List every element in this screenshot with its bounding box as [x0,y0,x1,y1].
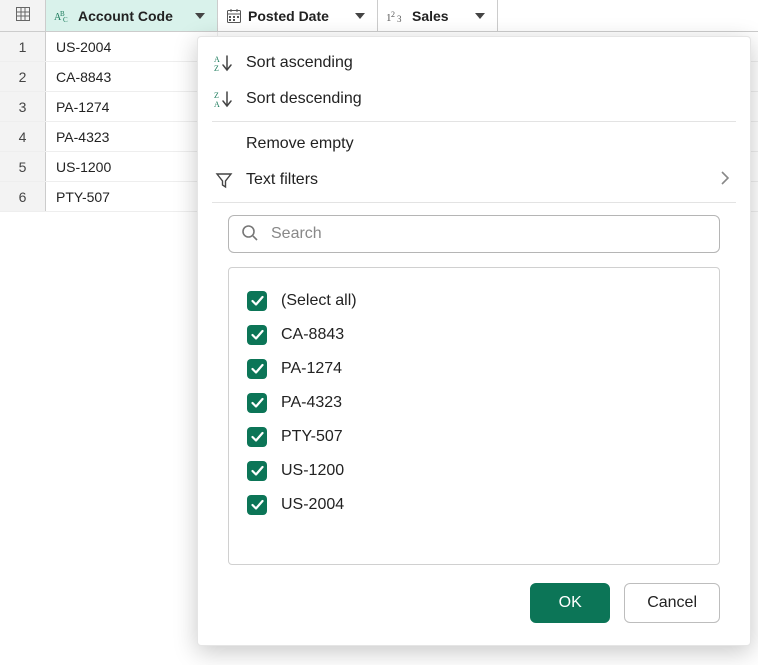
filter-value-label: PA-4323 [281,394,342,412]
filter-value-label: PTY-507 [281,428,343,446]
table-icon [15,6,31,25]
checkbox-checked-icon[interactable] [247,359,267,379]
svg-text:A: A [214,55,220,64]
select-all-corner[interactable] [0,0,46,31]
checkbox-checked-icon[interactable] [247,393,267,413]
row-number[interactable]: 2 [0,62,46,91]
svg-text:Z: Z [214,91,219,100]
filter-value-item[interactable]: PA-4323 [245,386,703,420]
svg-text:C: C [63,16,68,24]
search-input[interactable] [269,224,707,244]
date-type-icon [226,8,242,24]
text-type-icon: ABC [54,8,72,24]
row-number[interactable]: 3 [0,92,46,121]
sort-descending-item[interactable]: ZA Sort descending [198,81,750,117]
filter-value-item[interactable]: US-1200 [245,454,703,488]
checkbox-checked-icon[interactable] [247,291,267,311]
filter-value-label: US-1200 [281,462,344,480]
dialog-buttons: OK Cancel [198,565,750,645]
filter-value-item[interactable]: PA-1274 [245,352,703,386]
svg-text:Z: Z [214,64,219,72]
sort-descending-icon: ZA [212,90,236,108]
search-icon [241,224,259,245]
column-label: Posted Date [248,8,345,24]
row-number[interactable]: 5 [0,152,46,181]
column-header-posted-date[interactable]: Posted Date [218,0,378,31]
filter-value-item[interactable]: (Select all) [245,284,703,318]
svg-text:2: 2 [391,10,395,19]
column-filter-popup: AZ Sort ascending ZA Sort descending Rem… [197,36,751,646]
filter-value-label: CA-8843 [281,326,344,344]
sort-ascending-item[interactable]: AZ Sort ascending [198,45,750,81]
column-header-account-code[interactable]: ABC Account Code [46,0,218,31]
filter-values-list: (Select all) CA-8843 PA-1274 PA-4323 PTY-507… [228,267,720,565]
svg-text:A: A [214,100,220,108]
cell-account-code[interactable]: PTY-507 [46,182,218,211]
column-label: Sales [412,8,465,24]
cell-account-code[interactable]: CA-8843 [46,62,218,91]
column-header-sales[interactable]: 123 Sales [378,0,498,31]
cancel-button[interactable]: Cancel [624,583,720,623]
filter-search-box[interactable] [228,215,720,253]
remove-empty-item[interactable]: Remove empty [198,126,750,162]
cell-account-code[interactable]: US-1200 [46,152,218,181]
filter-value-item[interactable]: US-2004 [245,488,703,522]
cell-account-code[interactable]: US-2004 [46,32,218,61]
sort-ascending-icon: AZ [212,54,236,72]
cell-account-code[interactable]: PA-4323 [46,122,218,151]
row-number[interactable]: 6 [0,182,46,211]
column-filter-button[interactable] [349,5,371,27]
text-filters-item[interactable]: Text filters [198,162,750,198]
chevron-right-icon [721,171,730,190]
menu-separator [212,202,736,203]
filter-value-item[interactable]: CA-8843 [245,318,703,352]
ok-button[interactable]: OK [530,583,610,623]
column-label: Account Code [78,8,185,24]
checkbox-checked-icon[interactable] [247,461,267,481]
filter-value-label: US-2004 [281,496,344,514]
number-type-icon: 123 [386,9,406,23]
svg-text:3: 3 [397,14,402,23]
checkbox-checked-icon[interactable] [247,427,267,447]
menu-label: Text filters [246,171,721,189]
cell-account-code[interactable]: PA-1274 [46,92,218,121]
filter-value-label: PA-1274 [281,360,342,378]
checkbox-checked-icon[interactable] [247,495,267,515]
filter-value-label: (Select all) [281,292,357,310]
filter-icon [212,171,236,189]
menu-label: Remove empty [246,135,730,153]
menu-label: Sort ascending [246,54,730,72]
row-number[interactable]: 1 [0,32,46,61]
row-number[interactable]: 4 [0,122,46,151]
filter-value-item[interactable]: PTY-507 [245,420,703,454]
grid-header: ABC Account Code Posted Date 123 Sales [0,0,758,32]
column-filter-button[interactable] [469,5,491,27]
menu-separator [212,121,736,122]
checkbox-checked-icon[interactable] [247,325,267,345]
column-filter-button[interactable] [189,5,211,27]
menu-label: Sort descending [246,90,730,108]
